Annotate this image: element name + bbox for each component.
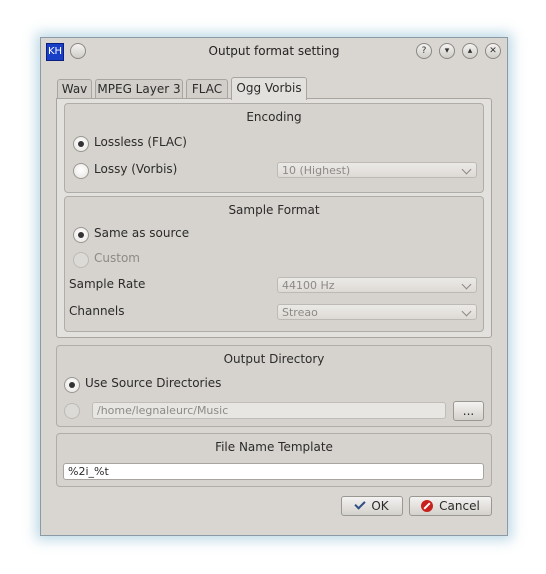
lossy-radio[interactable] xyxy=(73,163,89,179)
custom-label[interactable]: Custom xyxy=(94,251,140,265)
sample-format-title: Sample Format xyxy=(228,203,320,217)
quality-value: 10 (Highest) xyxy=(282,164,351,177)
chevron-down-icon xyxy=(461,306,472,317)
channels-combo[interactable]: Streao xyxy=(277,304,477,320)
maximize-button[interactable]: ▴ xyxy=(462,43,478,59)
sample-rate-combo[interactable]: 44100 Hz xyxy=(277,277,477,293)
checkmark-icon xyxy=(354,498,366,510)
same-as-source-label[interactable]: Same as source xyxy=(94,226,189,240)
lossy-label[interactable]: Lossy (Vorbis) xyxy=(94,162,177,176)
output-directory-title: Output Directory xyxy=(223,352,325,366)
close-button[interactable]: ✕ xyxy=(485,43,501,59)
output-directory-group: Output Directory Use Source Directories … xyxy=(56,345,492,427)
tab-wav[interactable]: Wav xyxy=(57,79,92,99)
lossless-label[interactable]: Lossless (FLAC) xyxy=(94,135,187,149)
tab-mpeg-layer-3[interactable]: MPEG Layer 3 xyxy=(95,79,183,99)
ok-button[interactable]: OK xyxy=(341,496,403,516)
help-button[interactable]: ? xyxy=(416,43,432,59)
same-as-source-radio[interactable] xyxy=(73,227,89,243)
browse-button[interactable]: ... xyxy=(453,401,484,421)
dialog-window: KH Output format setting ? ▾ ▴ ✕ Wav MPE… xyxy=(40,37,508,536)
lossless-radio[interactable] xyxy=(73,136,89,152)
cancel-label: Cancel xyxy=(439,499,480,513)
file-name-template-title: File Name Template xyxy=(215,440,333,454)
sample-format-group: Sample Format Same as source Custom Samp… xyxy=(64,196,484,332)
file-name-template-group: File Name Template %2i_%t xyxy=(56,433,492,487)
use-source-label[interactable]: Use Source Directories xyxy=(85,376,221,390)
encoding-group: Encoding Lossless (FLAC) Lossy (Vorbis) … xyxy=(64,103,484,193)
window-title: Output format setting xyxy=(208,44,340,58)
custom-directory-radio[interactable] xyxy=(64,403,80,419)
cancel-icon xyxy=(421,500,434,512)
chevron-down-icon xyxy=(461,279,472,290)
ogg-vorbis-panel: Encoding Lossless (FLAC) Lossy (Vorbis) … xyxy=(56,98,492,338)
encoding-title: Encoding xyxy=(246,110,302,124)
ok-label: OK xyxy=(371,499,389,513)
sample-rate-label: Sample Rate xyxy=(69,277,146,291)
chevron-down-icon xyxy=(461,164,472,175)
tab-flac[interactable]: FLAC xyxy=(186,79,228,99)
sample-rate-value: 44100 Hz xyxy=(282,279,335,292)
use-source-radio[interactable] xyxy=(64,377,80,393)
channels-label: Channels xyxy=(69,304,125,318)
custom-radio[interactable] xyxy=(73,252,89,268)
minimize-button[interactable]: ▾ xyxy=(439,43,455,59)
channels-value: Streao xyxy=(282,306,318,319)
title-bar[interactable]: KH Output format setting ? ▾ ▴ ✕ xyxy=(41,38,507,66)
file-name-template-input[interactable]: %2i_%t xyxy=(63,463,484,480)
tab-ogg-vorbis[interactable]: Ogg Vorbis xyxy=(231,77,307,100)
quality-combo[interactable]: 10 (Highest) xyxy=(277,162,477,178)
directory-path-field[interactable]: /home/legnaleurc/Music xyxy=(92,402,446,419)
cancel-button[interactable]: Cancel xyxy=(409,496,492,516)
